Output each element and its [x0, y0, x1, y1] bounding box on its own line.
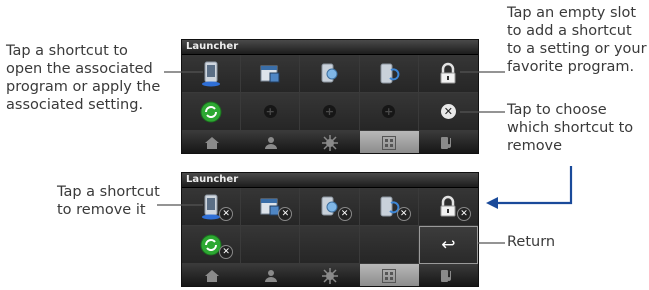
- callout-lines: [157, 71, 573, 244]
- blue-connector-arrow: [486, 166, 573, 209]
